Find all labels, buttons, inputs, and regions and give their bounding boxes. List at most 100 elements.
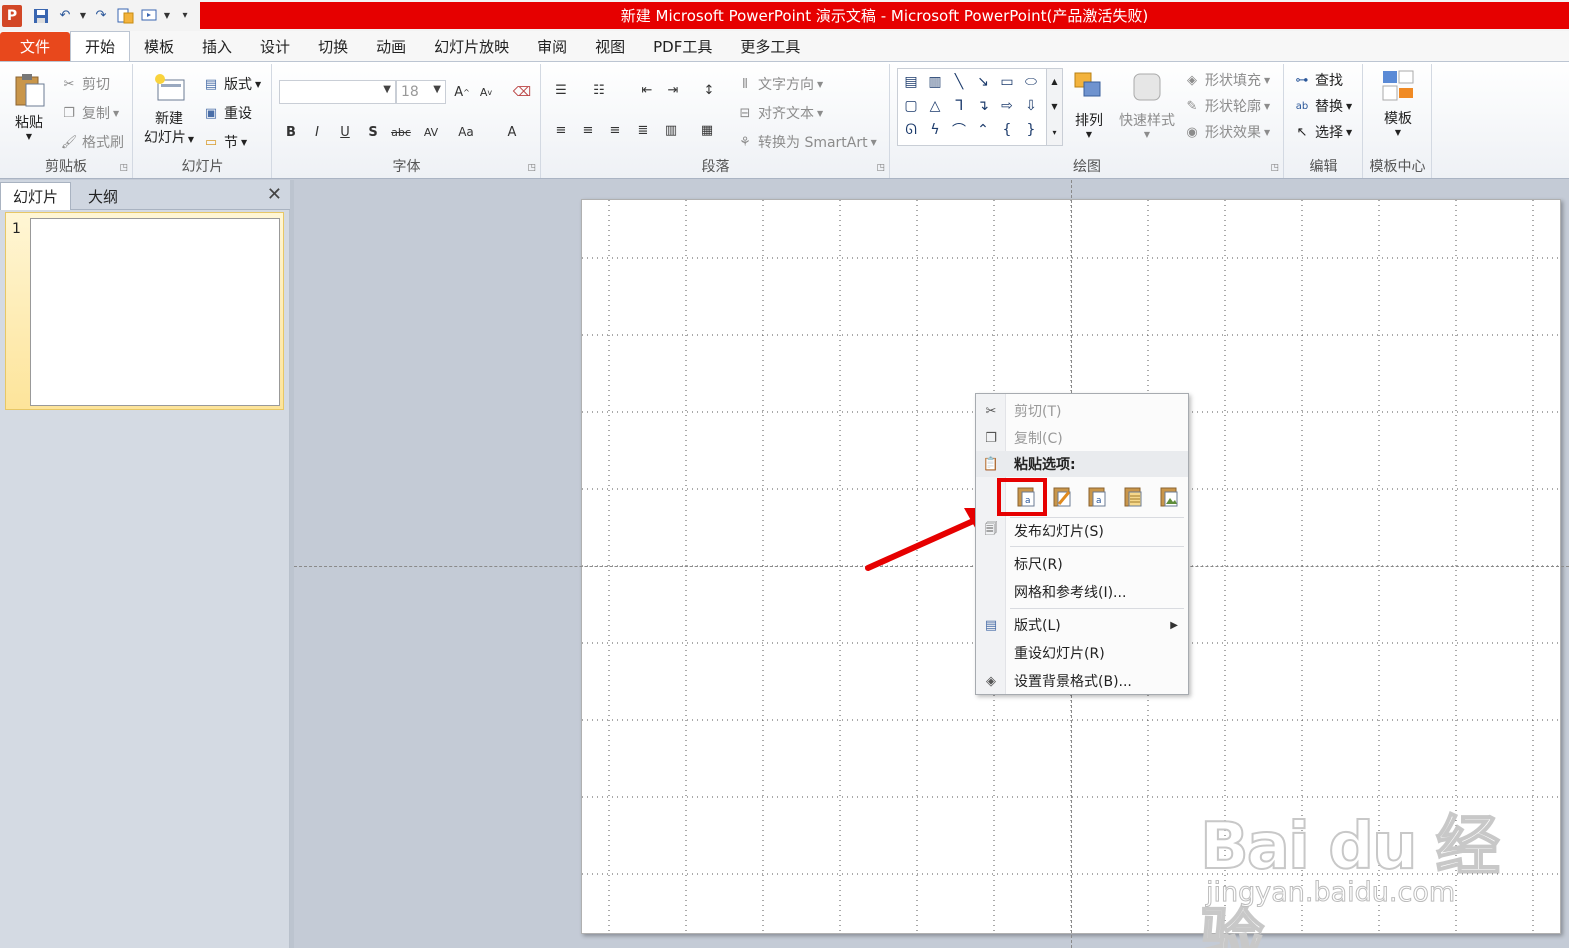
tab-slideshow[interactable]: 幻灯片放映 <box>420 32 523 61</box>
align-right-icon[interactable]: ≡ <box>604 120 626 140</box>
tab-review[interactable]: 审阅 <box>523 32 581 61</box>
shadow-icon[interactable]: S <box>362 122 384 142</box>
curve-shape-icon[interactable]: ⌃ <box>972 119 994 141</box>
left-brace-shape-icon[interactable]: { <box>996 119 1018 141</box>
select-button[interactable]: ↖ 选择 ▼ <box>1293 122 1353 142</box>
down-arrow-shape-icon[interactable]: ⇩ <box>1020 95 1042 117</box>
tab-outline-pane[interactable]: 大纲 <box>76 182 130 210</box>
shapes-gallery[interactable]: ▤ ▥ ╲ ↘ ▭ ⬭ ▢ △ ᒣ ↴ ⇨ ⇩ ᘏ ϟ ⌒ ⌃ { } ▲ ▼ ▾ <box>897 68 1063 146</box>
arrow-line-shape-icon[interactable]: ↘ <box>972 71 994 93</box>
menu-item-layout[interactable]: ▤ 版式(L) ▶ <box>976 612 1188 638</box>
lightning-shape-icon[interactable]: ϟ <box>924 119 946 141</box>
rounded-rect-shape-icon[interactable]: ▢ <box>900 95 922 117</box>
new-slide-button[interactable]: 新建 幻灯片 ▼ <box>138 72 200 149</box>
italic-icon[interactable]: I <box>306 122 328 142</box>
tab-transitions[interactable]: 切换 <box>304 32 362 61</box>
shape-effects-button[interactable]: ◉ 形状效果 ▼ <box>1183 122 1270 142</box>
shape-fill-button[interactable]: ◈ 形状填充 ▼ <box>1183 70 1270 90</box>
line-shape-icon[interactable]: ╲ <box>948 71 970 93</box>
tab-home[interactable]: 开始 <box>70 31 131 61</box>
slideshow-icon[interactable] <box>138 5 160 27</box>
pane-splitter[interactable] <box>290 180 294 948</box>
paste-picture-icon[interactable]: a <box>1084 484 1110 510</box>
arrange-button[interactable]: 排列 ▼ <box>1069 70 1109 139</box>
close-icon[interactable]: ✕ <box>267 184 282 205</box>
reset-button[interactable]: ▣ 重设 <box>202 103 252 123</box>
line-spacing-icon[interactable]: ↕ <box>698 80 720 100</box>
section-button[interactable]: ▭ 节 ▼ <box>202 132 247 152</box>
bold-icon[interactable]: B <box>280 122 302 142</box>
tab-insert[interactable]: 插入 <box>188 32 246 61</box>
textbox-shape-icon[interactable]: ▤ <box>900 71 922 93</box>
dropdown-icon[interactable]: ▼ <box>162 5 172 27</box>
columns-icon[interactable]: ▦ <box>696 120 718 140</box>
find-button[interactable]: ⊶ 查找 <box>1293 70 1344 90</box>
drawing-dialog-launcher-icon[interactable]: ◳ <box>1270 163 1279 173</box>
decrease-indent-icon[interactable]: ⇤ <box>636 80 658 100</box>
redo-icon[interactable]: ↷ <box>90 5 112 27</box>
align-left-icon[interactable]: ≡ <box>550 120 572 140</box>
layout-button[interactable]: ▤ 版式 ▼ <box>202 74 261 94</box>
paragraph-dialog-launcher-icon[interactable]: ◳ <box>876 163 885 173</box>
menu-item-cut[interactable]: ✂ 剪切(T) <box>976 398 1188 424</box>
oval-shape-icon[interactable]: ⬭ <box>1020 71 1042 93</box>
bullets-icon[interactable]: ☰ <box>550 80 572 100</box>
menu-item-grid-and-guides[interactable]: 网格和参考线(I)... <box>976 579 1188 605</box>
tab-design[interactable]: 设计 <box>246 32 304 61</box>
strikethrough-icon[interactable]: abc <box>390 122 412 142</box>
font-name-combo[interactable]: ▼ <box>279 80 396 104</box>
tab-template[interactable]: 模板 <box>130 32 188 61</box>
font-size-combo[interactable]: 18 ▼ <box>396 80 446 104</box>
paste-image-icon[interactable] <box>1156 484 1182 510</box>
shrink-font-icon[interactable]: Av <box>475 82 497 102</box>
align-center-icon[interactable]: ≡ <box>577 120 599 140</box>
clear-format-icon[interactable]: ⌫ <box>511 82 533 102</box>
tab-more-tools[interactable]: 更多工具 <box>726 32 814 61</box>
menu-item-format-background[interactable]: ◈ 设置背景格式(B)... <box>976 668 1188 694</box>
numbering-icon[interactable]: ☷ <box>588 80 610 100</box>
menu-item-copy[interactable]: ❐ 复制(C) <box>976 425 1188 451</box>
freeform-shape-icon[interactable]: ᘏ <box>900 119 922 141</box>
rectangle-shape-icon[interactable]: ▭ <box>996 71 1018 93</box>
grow-font-icon[interactable]: A ^ <box>451 82 473 102</box>
text-direction-button[interactable]: ⫴ 文字方向 ▼ <box>736 74 823 94</box>
font-color-icon[interactable]: A <box>501 122 523 142</box>
cut-button[interactable]: ✂ 剪切 <box>60 74 110 94</box>
paste-embed-icon[interactable] <box>1120 484 1146 510</box>
gallery-more-icon[interactable]: ▾ <box>1052 128 1056 137</box>
underline-icon[interactable]: U <box>334 122 356 142</box>
justify-icon[interactable]: ≣ <box>632 120 654 140</box>
tab-pdf-tools[interactable]: PDF工具 <box>639 32 726 61</box>
right-arrow-shape-icon[interactable]: ⇨ <box>996 95 1018 117</box>
undo-icon[interactable]: ↶ <box>54 5 76 27</box>
scroll-down-icon[interactable]: ▼ <box>1051 102 1057 111</box>
tab-view[interactable]: 视图 <box>581 32 639 61</box>
powerpoint-logo-icon[interactable]: P <box>2 4 22 27</box>
triangle-shape-icon[interactable]: △ <box>924 95 946 117</box>
arc-shape-icon[interactable]: ⌒ <box>948 119 970 141</box>
new-slide-icon[interactable] <box>114 5 136 27</box>
char-spacing-icon[interactable]: AV <box>420 122 442 142</box>
paste-keep-source-formatting-icon[interactable] <box>1049 484 1075 510</box>
undo-dropdown-icon[interactable]: ▼ <box>78 5 88 27</box>
menu-item-publish-slides[interactable]: 🗐 发布幻灯片(S) <box>976 518 1188 544</box>
copy-button[interactable]: ❐ 复制 ▼ <box>60 103 119 123</box>
slide-thumbnail-selected[interactable]: 1 <box>5 212 284 410</box>
font-dialog-launcher-icon[interactable]: ◳ <box>527 163 536 173</box>
scroll-up-icon[interactable]: ▲ <box>1051 77 1057 86</box>
distributed-icon[interactable]: ▥ <box>660 120 682 140</box>
quick-styles-button[interactable]: 快速样式 ▼ <box>1115 70 1179 139</box>
dialog-launcher-icon[interactable]: ◳ <box>119 163 128 173</box>
vertical-textbox-shape-icon[interactable]: ▥ <box>924 71 946 93</box>
increase-indent-icon[interactable]: ⇥ <box>662 80 684 100</box>
shape-outline-button[interactable]: ✎ 形状轮廓 ▼ <box>1183 96 1271 116</box>
elbow-connector-shape-icon[interactable]: ᒣ <box>948 95 970 117</box>
menu-item-ruler[interactable]: 标尺(R) <box>976 551 1188 577</box>
slide-thumbnail[interactable] <box>30 218 280 406</box>
tab-slides-pane[interactable]: 幻灯片 <box>0 182 72 210</box>
replace-button[interactable]: ab 替换 ▼ <box>1293 96 1352 116</box>
tab-file[interactable]: 文件 <box>0 32 70 61</box>
elbow-arrow-shape-icon[interactable]: ↴ <box>972 95 994 117</box>
menu-item-reset-slide[interactable]: 重设幻灯片(R) <box>976 640 1188 666</box>
right-brace-shape-icon[interactable]: } <box>1020 119 1042 141</box>
